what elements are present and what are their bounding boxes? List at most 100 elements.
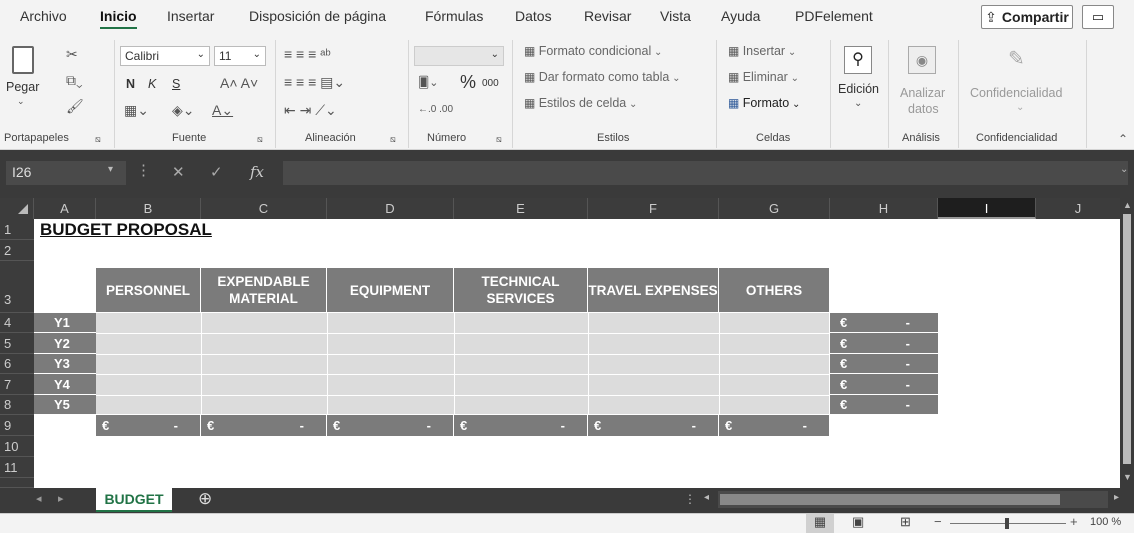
row-header-3[interactable]: 3 — [0, 261, 34, 313]
share-button[interactable]: ⇪ Compartir — [981, 5, 1073, 29]
row-header-8[interactable]: 8 — [0, 395, 34, 415]
menu-formulas[interactable]: Fórmulas — [425, 8, 483, 24]
format-as-table-button[interactable]: ▦ Dar formato como tabla ⌄ — [524, 70, 680, 84]
thousands-button[interactable]: 000 — [482, 78, 499, 89]
zoom-level[interactable]: 100 % — [1090, 516, 1121, 528]
column-header-a[interactable]: A — [34, 198, 96, 219]
formula-input[interactable] — [283, 161, 1128, 185]
spreadsheet-grid[interactable]: A B C D E F G H I J 1 2 3 4 5 6 7 8 9 10… — [0, 198, 1120, 488]
number-launcher-icon[interactable]: ⧅ — [496, 134, 502, 145]
row-header-9[interactable]: 9 — [0, 415, 34, 436]
chevron-down-icon[interactable]: ▾ — [108, 164, 113, 175]
add-sheet-icon[interactable]: ⊕ — [198, 489, 212, 509]
row-header-6[interactable]: 6 — [0, 354, 34, 374]
menu-disposicion[interactable]: Disposición de página — [249, 8, 386, 24]
fill-color-icon[interactable]: ◈⌄ — [172, 102, 195, 119]
menu-pdfelement[interactable]: PDFelement — [795, 8, 873, 24]
horizontal-scroll-thumb[interactable] — [720, 494, 1060, 505]
prev-sheet-icon[interactable]: ◂ — [36, 492, 42, 505]
row-header-5[interactable]: 5 — [0, 333, 34, 354]
column-header-h[interactable]: H — [830, 198, 938, 219]
column-header-b[interactable]: B — [96, 198, 201, 219]
menu-vista[interactable]: Vista — [660, 8, 691, 24]
total-y3[interactable]: € - — [830, 354, 938, 374]
font-name-select[interactable]: Calibri ⌄ — [120, 46, 210, 66]
vertical-scrollbar[interactable]: ▲ ▼ — [1120, 198, 1134, 488]
font-size-select[interactable]: 11 ⌄ — [214, 46, 266, 66]
more-options-icon[interactable]: ⋮ — [136, 161, 151, 179]
year-label-y3[interactable]: Y3 — [34, 354, 96, 374]
copy-icon[interactable]: ⧉⌄ — [66, 72, 83, 89]
column-header-g[interactable]: G — [719, 198, 830, 219]
confidentiality-button[interactable]: ✎ Confidencialidad ⌄ — [966, 44, 1076, 124]
comments-button[interactable]: ▭ — [1082, 5, 1114, 29]
collapse-ribbon-icon[interactable]: ⌃ — [1118, 132, 1128, 146]
enter-icon[interactable]: ✓ — [210, 163, 223, 181]
menu-datos[interactable]: Datos — [515, 8, 552, 24]
header-technical-services[interactable]: TECHNICAL SERVICES — [454, 268, 588, 312]
row-header-2[interactable]: 2 — [0, 240, 34, 261]
conditional-format-button[interactable]: ▦ Formato condicional ⌄ — [524, 44, 662, 58]
zoom-slider-thumb[interactable] — [1005, 518, 1009, 529]
italic-button[interactable]: K — [148, 77, 156, 91]
clipboard-launcher-icon[interactable]: ⧅ — [95, 134, 101, 145]
zoom-out-icon[interactable]: − — [934, 514, 942, 529]
menu-archivo[interactable]: Archivo — [20, 8, 67, 24]
number-format-select[interactable]: ⌄ — [414, 46, 504, 66]
row-header-7[interactable]: 7 — [0, 374, 34, 395]
header-expendable-material[interactable]: EXPENDABLE MATERIAL — [201, 268, 327, 312]
currency-icon[interactable]: 🂠⌄ — [418, 76, 438, 89]
cut-icon[interactable]: ✂ — [66, 46, 78, 63]
year-label-y5[interactable]: Y5 — [34, 395, 96, 415]
scroll-left-icon[interactable]: ◂ — [704, 492, 709, 503]
header-others[interactable]: OTHERS — [719, 268, 830, 312]
total-y2[interactable]: € - — [830, 333, 938, 354]
format-painter-icon[interactable]: 🖌 — [66, 98, 84, 115]
scroll-up-icon[interactable]: ▲ — [1123, 200, 1132, 210]
data-entry-range[interactable] — [96, 313, 830, 415]
font-launcher-icon[interactable]: ⧅ — [257, 134, 263, 145]
header-travel-expenses[interactable]: TRAVEL EXPENSES — [588, 268, 719, 312]
column-header-j[interactable]: J — [1036, 198, 1120, 219]
vertical-scroll-thumb[interactable] — [1123, 214, 1131, 464]
column-header-f[interactable]: F — [588, 198, 719, 219]
scroll-right-icon[interactable]: ▸ — [1114, 492, 1119, 503]
column-header-e[interactable]: E — [454, 198, 588, 219]
total-expendable-material[interactable]: € - — [201, 415, 327, 436]
font-grow-icon[interactable]: A˄ A˅ — [220, 75, 258, 91]
menu-insertar[interactable]: Insertar — [167, 8, 214, 24]
zoom-slider[interactable] — [950, 518, 1066, 529]
total-y5[interactable]: € - — [830, 395, 938, 415]
align-left-icon[interactable]: ≡ ≡ ≡ ▤⌄ — [284, 74, 345, 91]
total-others[interactable]: € - — [719, 415, 830, 436]
menu-inicio[interactable]: Inicio — [100, 8, 137, 29]
next-sheet-icon[interactable]: ▸ — [58, 492, 64, 505]
format-cells-button[interactable]: ▦ Formato ⌄ — [728, 96, 800, 110]
menu-ayuda[interactable]: Ayuda — [721, 8, 760, 24]
total-personnel[interactable]: € - — [96, 415, 201, 436]
sheet-tab-budget[interactable]: BUDGET — [96, 488, 172, 512]
bold-button[interactable]: N — [126, 77, 135, 91]
borders-icon[interactable]: ▦⌄ — [124, 102, 149, 119]
cancel-icon[interactable]: ✕ — [172, 163, 185, 181]
font-color-icon[interactable]: A⌄ — [212, 102, 233, 119]
header-equipment[interactable]: EQUIPMENT — [327, 268, 454, 312]
menu-revisar[interactable]: Revisar — [584, 8, 631, 24]
column-header-i[interactable]: I — [938, 198, 1036, 219]
normal-view-icon[interactable]: ▦ — [806, 514, 834, 533]
paste-button[interactable]: Pegar ⌄ — [6, 46, 40, 110]
percent-button[interactable]: % — [460, 72, 476, 93]
year-label-y4[interactable]: Y4 — [34, 374, 96, 395]
row-header-1[interactable]: 1 — [0, 219, 34, 240]
zoom-in-icon[interactable]: + — [1070, 514, 1078, 529]
insert-function-button[interactable]: fx — [250, 163, 264, 181]
editing-button[interactable]: ⚲ Edición ⌄ — [836, 44, 882, 124]
year-label-y1[interactable]: Y1 — [34, 313, 96, 333]
total-y4[interactable]: € - — [830, 374, 938, 395]
row-header-11[interactable]: 11 — [0, 457, 34, 478]
total-y1[interactable]: € - — [830, 313, 938, 333]
expand-formula-icon[interactable]: ⌄ — [1120, 164, 1128, 175]
horizontal-scrollbar[interactable] — [718, 491, 1108, 508]
total-equipment[interactable]: € - — [327, 415, 454, 436]
page-break-icon[interactable]: ⊞ — [900, 514, 911, 530]
